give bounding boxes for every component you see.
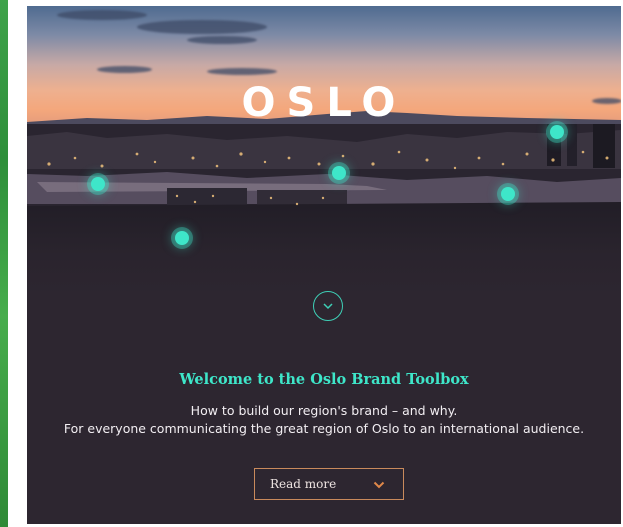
map-pin-icon[interactable] (332, 166, 346, 180)
cloud (137, 20, 267, 34)
cloud (97, 66, 152, 73)
cloud (57, 10, 147, 20)
subtitle-line-1: How to build our region's brand – and wh… (190, 403, 458, 418)
side-green-strip (0, 0, 8, 527)
scroll-down-button[interactable] (313, 291, 343, 321)
map-pin-icon[interactable] (501, 187, 515, 201)
map-pin-icon[interactable] (91, 177, 105, 191)
map-pin-icon[interactable] (175, 231, 189, 245)
map-pin-icon[interactable] (550, 125, 564, 139)
cloud (207, 68, 277, 75)
cloud (187, 36, 257, 44)
subtitle-line-2: For everyone communicating the great reg… (63, 421, 585, 436)
hero-fade (27, 206, 621, 296)
welcome-headline: Welcome to the Oslo Brand Toolbox (179, 371, 469, 388)
read-more-label: Read more (270, 477, 337, 491)
chevron-down-icon (373, 481, 385, 489)
chevron-down-icon (323, 303, 333, 310)
read-more-button[interactable]: Read more (254, 468, 404, 500)
oslo-logo: OSLO (241, 80, 407, 126)
hero-section: OSLO Welcome to the Oslo Brand Toolbox H… (27, 6, 621, 524)
